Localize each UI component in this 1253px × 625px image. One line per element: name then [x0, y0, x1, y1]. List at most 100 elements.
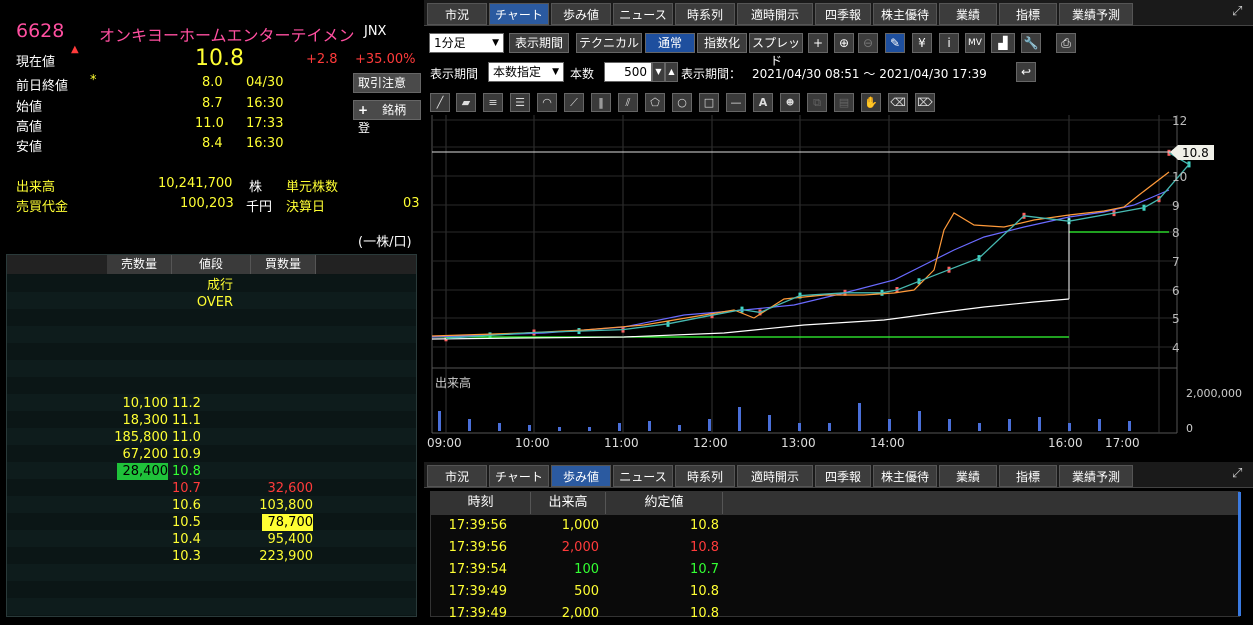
tab-indicators[interactable]: 指標 — [999, 3, 1057, 25]
ask-qty-highlight[interactable]: 28,400 — [117, 463, 168, 480]
tick-row: 17:39:49 500 10.8 — [431, 581, 1239, 603]
zoom-in-icon[interactable]: ⊕ — [834, 33, 854, 53]
volume-zero: 0 — [1186, 422, 1193, 435]
tab-chart[interactable]: チャート — [489, 3, 549, 25]
count-input[interactable]: 500 — [604, 62, 652, 82]
pentagon-tool-icon[interactable]: ⬠ — [645, 93, 665, 112]
parallel-tool-icon[interactable]: ⫽ — [618, 93, 638, 112]
tab-timeseries[interactable]: 時系列 — [675, 465, 735, 487]
normal-button[interactable]: 通常 — [645, 33, 695, 53]
period-button[interactable]: 表示期間 — [509, 33, 569, 53]
count-up-icon[interactable]: ▲ — [665, 62, 678, 82]
crosshair-icon[interactable]: + — [808, 33, 828, 53]
spread-button[interactable]: スプレッド — [749, 33, 803, 68]
eraser-all-tool-icon[interactable]: ⌦ — [915, 93, 935, 112]
tab-forecast[interactable]: 業績予測 — [1059, 465, 1133, 487]
bid-price[interactable]: 10.4 — [172, 531, 201, 548]
period-label: 表示期間 — [430, 67, 479, 81]
volume-profile-icon[interactable]: ▟ — [991, 33, 1015, 53]
bid-price[interactable]: 10.6 — [172, 497, 201, 514]
price-header: 値段 — [172, 255, 251, 274]
tab-market[interactable]: 市況 — [427, 465, 487, 487]
tab-results[interactable]: 業績 — [939, 3, 997, 25]
ask-price[interactable]: 11.2 — [172, 395, 201, 412]
wrench-icon[interactable]: 🔧 — [1021, 33, 1041, 53]
ask-price[interactable]: 10.9 — [172, 446, 201, 463]
vlines-tool-icon[interactable]: ‖ — [591, 93, 611, 112]
interval-select[interactable]: 1分足 ▼ — [429, 33, 504, 53]
technical-button[interactable]: テクニカル — [576, 33, 642, 53]
line-tool-icon[interactable]: ╱ — [430, 93, 450, 112]
eraser-tool-icon[interactable]: ⌫ — [888, 93, 908, 112]
ask-qty[interactable]: 18,300 — [103, 412, 169, 429]
ask-price[interactable]: 11.0 — [172, 429, 201, 446]
index-button[interactable]: 指数化 — [697, 33, 747, 53]
change-pct: +35.00% — [355, 52, 416, 67]
moving-average-icon[interactable]: MV — [965, 33, 985, 53]
ask-price[interactable]: 11.1 — [172, 412, 201, 429]
bid-price[interactable]: 10.7 — [172, 480, 201, 497]
print-icon[interactable]: ⎙ — [1056, 33, 1076, 53]
expand-icon[interactable]: ⤢ — [1232, 466, 1242, 481]
tab-disclosure[interactable]: 適時開示 — [737, 465, 813, 487]
bid-qty[interactable]: 32,600 — [251, 480, 314, 497]
ruler-tool-icon[interactable]: ▰ — [456, 93, 476, 112]
yen-icon[interactable]: ¥ — [912, 33, 932, 53]
tab-quarterly[interactable]: 四季報 — [815, 3, 871, 25]
bid-qty[interactable]: 103,800 — [251, 497, 313, 514]
icon-tool-icon[interactable]: ☻ — [780, 93, 800, 112]
bid-qty[interactable]: 95,400 — [251, 531, 314, 548]
tab-benefits[interactable]: 株主優待 — [873, 3, 937, 25]
tab-quarterly[interactable]: 四季報 — [815, 465, 871, 487]
current-price-tag-text: 10.8 — [1182, 146, 1209, 160]
tab-results[interactable]: 業績 — [939, 465, 997, 487]
bid-price[interactable]: 10.5 — [172, 514, 201, 531]
expand-icon[interactable]: ⤢ — [1232, 4, 1242, 19]
refresh-icon[interactable]: ↩ — [1016, 62, 1036, 82]
pen-icon[interactable]: ✎ — [885, 33, 905, 53]
board-row — [7, 445, 416, 462]
tab-news[interactable]: ニュース — [613, 465, 673, 487]
ask-qty[interactable]: 67,200 — [103, 446, 169, 463]
trade-notice-button[interactable]: 取引注意 — [353, 73, 421, 93]
tab-news[interactable]: ニュース — [613, 3, 673, 25]
hlines-tool-icon[interactable]: ≡ — [483, 93, 503, 112]
info-icon[interactable]: i — [939, 33, 959, 53]
zoom-out-icon[interactable]: ⊖ — [858, 33, 878, 53]
fan-tool-icon[interactable]: ⟋ — [564, 93, 584, 112]
ask-price[interactable]: 10.8 — [172, 463, 201, 480]
bottom-tab-bar: 市況 チャート 歩み値 ニュース 時系列 適時開示 四季報 株主優待 業績 指標… — [424, 462, 1253, 488]
hand-tool-icon[interactable]: ✋ — [861, 93, 881, 112]
tab-forecast[interactable]: 業績予測 — [1059, 3, 1133, 25]
rect-tool-icon[interactable]: □ — [699, 93, 719, 112]
x-tick-label: 13:00 — [781, 436, 816, 450]
volume-bar — [858, 403, 861, 431]
period-mode-select[interactable]: 本数指定 ▼ — [488, 62, 564, 82]
tab-benefits[interactable]: 株主優待 — [873, 465, 937, 487]
circle-tool-icon[interactable]: ○ — [672, 93, 692, 112]
tab-ticks[interactable]: 歩み値 — [551, 3, 611, 25]
tab-chart[interactable]: チャート — [489, 465, 549, 487]
count-down-icon[interactable]: ▼ — [652, 62, 665, 82]
register-button[interactable]: + 銘柄登 — [353, 100, 421, 135]
text-tool-icon[interactable]: A — [753, 93, 773, 112]
bid-price[interactable]: 10.3 — [172, 548, 201, 565]
bid-qty-highlight[interactable]: 78,700 — [262, 514, 313, 531]
ask-qty[interactable]: 10,100 — [103, 395, 169, 412]
hline-tool-icon[interactable]: — — [726, 93, 746, 112]
ask-qty[interactable]: 185,800 — [103, 429, 168, 446]
copy-tool-icon[interactable]: ⧉ — [807, 93, 827, 112]
bid-qty[interactable]: 223,900 — [251, 548, 313, 565]
arc-tool-icon[interactable]: ◠ — [537, 93, 557, 112]
tab-market[interactable]: 市況 — [427, 3, 487, 25]
list-tool-icon[interactable]: ▤ — [834, 93, 854, 112]
price-chart[interactable]: 10.8 出来高 2,000,000 0 12 10 9 8 7 6 5 4 09:00 10:… — [424, 115, 1253, 450]
tab-disclosure[interactable]: 適時開示 — [737, 3, 813, 25]
volume-tick: 2,000,000 — [1186, 387, 1242, 400]
tab-timeseries[interactable]: 時系列 — [675, 3, 735, 25]
grid-lines-tool-icon[interactable]: ☰ — [510, 93, 530, 112]
scrollbar[interactable] — [1238, 492, 1241, 616]
tab-ticks[interactable]: 歩み値 — [551, 465, 611, 487]
tab-indicators[interactable]: 指標 — [999, 465, 1057, 487]
low-label: 安値 — [16, 140, 43, 155]
